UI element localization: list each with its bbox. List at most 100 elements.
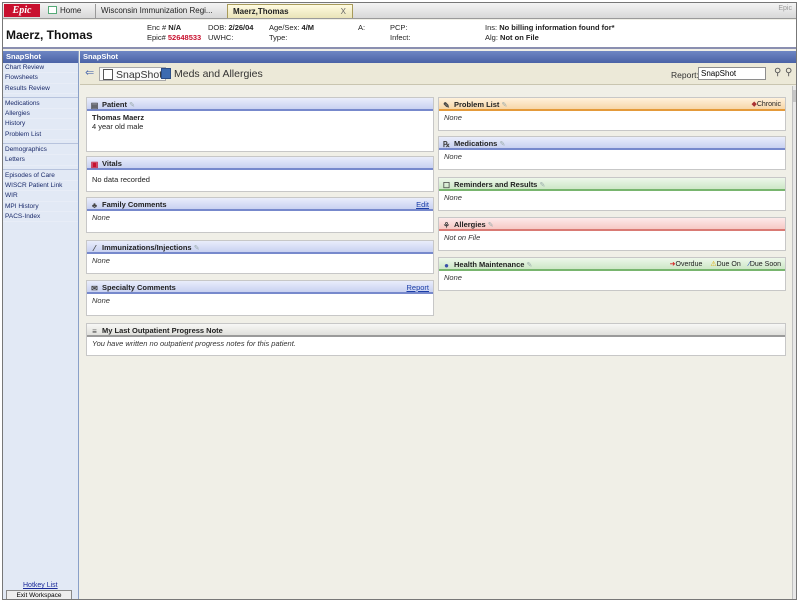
problem-list-header[interactable]: ✎ Problem List ✎ ◆Chronic [439, 98, 785, 111]
progress-note-header[interactable]: ≡ My Last Outpatient Progress Note [87, 324, 785, 337]
tab-snapshot-label: SnapShot [116, 69, 163, 81]
report-link[interactable]: Report [406, 281, 429, 294]
allergies-title: Allergies [454, 220, 486, 229]
family-comments-section: ♣ Family Comments Edit None [86, 197, 434, 233]
specialty-comments-section: ✉ Specialty Comments Report None [86, 280, 434, 316]
sidebar-item-letters[interactable]: Letters [3, 155, 78, 166]
tab-wir-label: Wisconsin Immunization Regi... [101, 6, 213, 15]
pin-icon[interactable]: ⚲ [785, 67, 792, 78]
exit-workspace-button[interactable]: Exit Workspace [6, 590, 72, 599]
close-icon[interactable]: X [341, 5, 346, 18]
edit-pencil-icon: ✎ [526, 262, 533, 269]
medications-header[interactable]: ℞ Medications ✎ [439, 137, 785, 150]
report-select[interactable]: SnapShot [698, 67, 766, 80]
patient-header: Maerz, Thomas Enc # N/A Epic# 52648533 D… [3, 20, 796, 49]
tab-meds-label: Meds and Allergies [174, 68, 263, 80]
document-icon [103, 69, 113, 80]
sidebar-item-history[interactable]: History [3, 119, 78, 130]
epic-number-field: Epic# 52648533 [147, 33, 202, 42]
reminders-body: None [444, 193, 462, 202]
main-area: SnapShot ⇐ SnapShot Meds and Allergies R… [80, 51, 796, 599]
specialty-comments-body: None [92, 296, 110, 305]
specialty-comments-title: Specialty Comments [102, 283, 176, 292]
edit-pencil-icon: ✎ [487, 222, 494, 229]
sidebar-item-pacs-index[interactable]: PACS-Index [3, 212, 78, 223]
family-comments-title: Family Comments [102, 200, 167, 209]
sidebar-item-demographics[interactable]: Demographics [3, 145, 78, 156]
epic-window: Epic Home Wisconsin Immunization Regi...… [2, 2, 797, 600]
sidebar-divider [3, 140, 78, 145]
edit-pencil-icon: ✎ [193, 245, 200, 252]
allergies-body: Not on File [444, 233, 481, 242]
specialty-comments-header[interactable]: ✉ Specialty Comments Report [87, 281, 433, 294]
medications-title: Medications [454, 139, 498, 148]
allergies-section: ⚘ Allergies ✎ Not on File [438, 217, 786, 251]
patient-section-title: Patient [102, 100, 128, 109]
back-arrow-icon[interactable]: ⇐ [85, 68, 94, 79]
edit-link[interactable]: Edit [416, 198, 429, 211]
sidebar-item-snapshot[interactable]: SnapShot [3, 51, 78, 63]
search-icon[interactable]: ⚲ [774, 67, 781, 78]
sidebar-item-mpi-history[interactable]: MPI History [3, 202, 78, 212]
pencil-icon: ✎ [443, 101, 450, 110]
problem-list-body: None [444, 113, 462, 122]
epic-logo[interactable]: Epic [4, 4, 40, 17]
tab-patient[interactable]: Maerz,Thomas X [227, 4, 353, 18]
allergies-header[interactable]: ⚘ Allergies ✎ [439, 218, 785, 231]
sidebar-item-chart-review[interactable]: Chart Review [3, 63, 78, 74]
tab-meds-and-allergies[interactable]: Meds and Allergies [161, 67, 263, 81]
health-maintenance-header[interactable]: ● Health Maintenance ✎ ➜Overdue ⚠Due On ⁄… [439, 258, 785, 271]
sidebar-item-problem-list[interactable]: Problem List [3, 130, 78, 141]
age-sex-field: Age/Sex: 4/M [269, 23, 315, 32]
tab-snapshot[interactable]: SnapShot [99, 67, 167, 81]
problem-list-title: Problem List [454, 100, 500, 109]
infect-field: Infect: [390, 33, 411, 42]
patient-section-header[interactable]: ▤ Patient ✎ [87, 98, 433, 111]
pcp-field: PCP: [390, 23, 408, 32]
allergy-icon: ⚘ [442, 221, 451, 230]
progress-note-body: You have written no outpatient progress … [92, 339, 296, 348]
edit-pencil-icon: ✎ [129, 102, 135, 109]
sidebar-item-wir[interactable]: WIR [3, 191, 78, 202]
edit-pencil-icon: ✎ [499, 141, 506, 148]
sidebar-item-results-review[interactable]: Results Review [3, 84, 78, 94]
a-field: A: [358, 23, 366, 32]
tab-bar: Epic Home Wisconsin Immunization Regi...… [3, 3, 796, 19]
immunizations-header[interactable]: ⁄ Immunizations/Injections ✎ [87, 241, 433, 254]
vitals-section-header[interactable]: ▣ Vitals [87, 157, 433, 170]
insurance-field: Ins: No billing information found for* [485, 23, 615, 32]
vertical-scrollbar[interactable] [792, 86, 796, 599]
medications-section: ℞ Medications ✎ None [438, 136, 786, 170]
sidebar-item-wiscr-patient-link[interactable]: WISCR Patient Link [3, 181, 78, 192]
sidebar-item-allergies[interactable]: Allergies [3, 109, 78, 120]
patient-section-body: Thomas Maerz 4 year old male [87, 111, 433, 133]
hotkey-list-link[interactable]: Hotkey List [23, 582, 58, 589]
scrollbar-thumb[interactable] [793, 90, 796, 102]
health-maintenance-title: Health Maintenance [454, 260, 525, 269]
sidebar-item-medications[interactable]: Medications [3, 99, 78, 110]
progress-note-title: My Last Outpatient Progress Note [102, 326, 223, 335]
health-icon: ● [444, 261, 449, 270]
tab-wir[interactable]: Wisconsin Immunization Regi... [95, 4, 225, 18]
immunizations-title: Immunizations/Injections [102, 243, 192, 252]
enc-field: Enc # N/A [147, 23, 182, 32]
syringe-icon: ⁄ [93, 244, 96, 253]
sidebar-item-flowsheets[interactable]: Flowsheets [3, 73, 78, 84]
allergy-field: Alg: Not on File [485, 33, 539, 42]
tab-patient-label: Maerz,Thomas [233, 7, 289, 16]
progress-note-section: ≡ My Last Outpatient Progress Note You ha… [86, 323, 786, 356]
medication-bottle-icon: ℞ [442, 140, 451, 149]
reminders-icon: ☐ [442, 181, 451, 190]
sidebar-divider [3, 166, 78, 170]
sidebar-item-episodes-of-care[interactable]: Episodes of Care [3, 171, 78, 181]
family-comments-header[interactable]: ♣ Family Comments Edit [87, 198, 433, 211]
chronic-legend: ◆Chronic [751, 101, 781, 108]
report-label: Report: [671, 70, 699, 80]
immunizations-section: ⁄ Immunizations/Injections ✎ None [86, 240, 434, 274]
type-field: Type: [269, 33, 288, 42]
problem-list-section: ✎ Problem List ✎ ◆Chronic None [438, 97, 786, 131]
vitals-body: No data recorded [92, 175, 150, 184]
tab-home[interactable]: Home [43, 4, 93, 18]
reminders-header[interactable]: ☐ Reminders and Results ✎ [439, 178, 785, 191]
tabbar-brand: Epic [778, 5, 792, 12]
